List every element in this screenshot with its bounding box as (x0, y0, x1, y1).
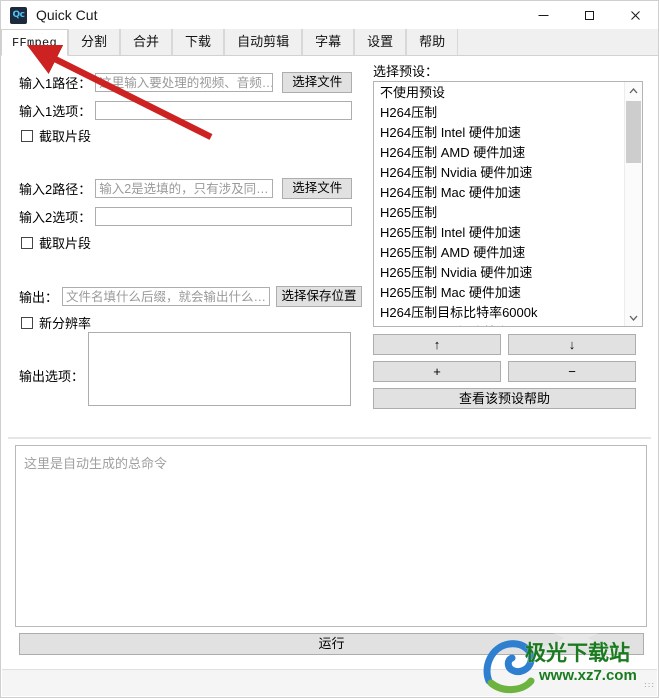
list-item[interactable]: H264压制 Nvidia 硬件加速 (374, 163, 624, 183)
quick-cut-window: Qc Quick Cut FFmpeg 分割 合并 下载 自动剪辑 字幕 设置 … (0, 0, 659, 698)
checkbox-icon[interactable] (21, 316, 33, 329)
new-resolution-checkbox-row[interactable]: 新分辨率 (21, 313, 91, 332)
preset-list[interactable]: 不使用预设 H264压制 H264压制 Intel 硬件加速 H264压制 AM… (374, 82, 624, 326)
new-resolution-label: 新分辨率 (39, 316, 92, 331)
remove-preset-button[interactable]: − (508, 361, 636, 382)
move-preset-up-button[interactable]: ↑ (373, 334, 501, 355)
scroll-down-icon[interactable] (625, 309, 642, 326)
title-bar: Qc Quick Cut (1, 1, 658, 29)
tab-bar: FFmpeg 分割 合并 下载 自动剪辑 字幕 设置 帮助 (1, 29, 658, 56)
input1-options-input[interactable] (95, 101, 353, 120)
input1-choose-file-button[interactable]: 选择文件 (282, 72, 353, 93)
input2-path-label: 输入2路径： (19, 182, 92, 197)
view-preset-help-button[interactable]: 查看该预设帮助 (373, 388, 636, 409)
ffmpeg-form-panel: 输入1路径： 这里输入要处理的视频、音频… 选择文件 输入1选项： 截取片段 输… (1, 56, 364, 437)
preset-list-scrollbar[interactable] (624, 82, 642, 326)
tab-split[interactable]: 分割 (68, 29, 121, 55)
input2-clip-label: 截取片段 (39, 236, 92, 251)
close-icon[interactable] (612, 1, 658, 29)
list-item[interactable]: H264压制 Mac 硬件加速 (374, 183, 624, 203)
input1-clip-checkbox-row[interactable]: 截取片段 (21, 126, 91, 145)
list-item[interactable]: H264 二压 目标比特率2000k (374, 323, 624, 326)
list-item[interactable]: H264压制 Intel 硬件加速 (374, 123, 624, 143)
list-item[interactable]: H265压制 Nvidia 硬件加速 (374, 263, 624, 283)
add-preset-button[interactable]: + (373, 361, 501, 382)
input2-options-input[interactable] (95, 207, 353, 226)
generated-command-textarea[interactable]: 这里是自动生成的总命令 (15, 445, 647, 627)
tab-download[interactable]: 下载 (172, 29, 225, 55)
output-options-label-row: 输出选项： (19, 366, 84, 385)
input2-path-input[interactable]: 输入2是选填的，只有涉及同… (95, 179, 274, 198)
choose-save-location-button[interactable]: 选择保存位置 (276, 286, 363, 307)
input1-options-row: 输入1选项： (19, 101, 353, 120)
input2-choose-file-button[interactable]: 选择文件 (282, 178, 353, 199)
output-row: 输出： 文件名填什么后缀，就会输出什么… 选择保存位置 (19, 286, 363, 307)
output-options-label: 输出选项： (19, 369, 85, 384)
input1-path-label: 输入1路径： (19, 76, 92, 91)
output-options-textarea[interactable] (88, 332, 351, 406)
list-item[interactable]: H265压制 Mac 硬件加速 (374, 283, 624, 303)
tab-ffmpeg[interactable]: FFmpeg (1, 29, 69, 56)
list-item[interactable]: H264压制 AMD 硬件加速 (374, 143, 624, 163)
main-content: 输入1路径： 这里输入要处理的视频、音频… 选择文件 输入1选项： 截取片段 输… (1, 56, 658, 437)
minimize-icon[interactable] (520, 1, 566, 29)
window-controls (520, 1, 658, 29)
list-item[interactable]: H264压制目标比特率6000k (374, 303, 624, 323)
tab-help[interactable]: 帮助 (406, 29, 459, 55)
scroll-up-icon[interactable] (625, 82, 642, 99)
status-bar: ::: (2, 669, 657, 696)
input2-clip-checkbox-row[interactable]: 截取片段 (21, 233, 91, 252)
tab-auto-edit[interactable]: 自动剪辑 (224, 29, 303, 55)
list-item[interactable]: H265压制 AMD 硬件加速 (374, 243, 624, 263)
list-item[interactable]: H265压制 Intel 硬件加速 (374, 223, 624, 243)
input2-options-label: 输入2选项： (19, 210, 92, 225)
input1-options-label: 输入1选项： (19, 104, 92, 119)
tab-subtitle[interactable]: 字幕 (302, 29, 355, 55)
output-label: 输出： (19, 290, 59, 305)
checkbox-icon[interactable] (21, 129, 33, 142)
list-item[interactable]: H264压制 (374, 103, 624, 123)
preset-section-label: 选择预设： (373, 64, 439, 79)
preset-listbox[interactable]: 不使用预设 H264压制 H264压制 Intel 硬件加速 H264压制 AM… (373, 81, 643, 327)
section-divider (8, 437, 651, 439)
run-button[interactable]: 运行 (19, 633, 644, 655)
checkbox-icon[interactable] (21, 236, 33, 249)
preset-panel: 选择预设： 不使用预设 H264压制 H264压制 Intel 硬件加速 H26… (366, 56, 658, 437)
window-title: Quick Cut (36, 7, 98, 23)
output-path-input[interactable]: 文件名填什么后缀，就会输出什么… (62, 287, 271, 306)
scrollbar-thumb[interactable] (626, 101, 641, 163)
tab-settings[interactable]: 设置 (354, 29, 407, 55)
tab-merge[interactable]: 合并 (120, 29, 173, 55)
move-preset-down-button[interactable]: ↓ (508, 334, 636, 355)
input2-options-row: 输入2选项： (19, 207, 353, 226)
input1-path-input[interactable]: 这里输入要处理的视频、音频… (95, 73, 274, 92)
list-item[interactable]: 不使用预设 (374, 83, 624, 103)
list-item[interactable]: H265压制 (374, 203, 624, 223)
maximize-icon[interactable] (566, 1, 612, 29)
input2-path-row: 输入2路径： 输入2是选填的，只有涉及同… 选择文件 (19, 178, 353, 199)
input1-path-row: 输入1路径： 这里输入要处理的视频、音频… 选择文件 (19, 72, 353, 93)
resize-grip[interactable]: ::: (644, 681, 654, 693)
input1-clip-label: 截取片段 (39, 129, 92, 144)
app-icon: Qc (10, 6, 27, 24)
